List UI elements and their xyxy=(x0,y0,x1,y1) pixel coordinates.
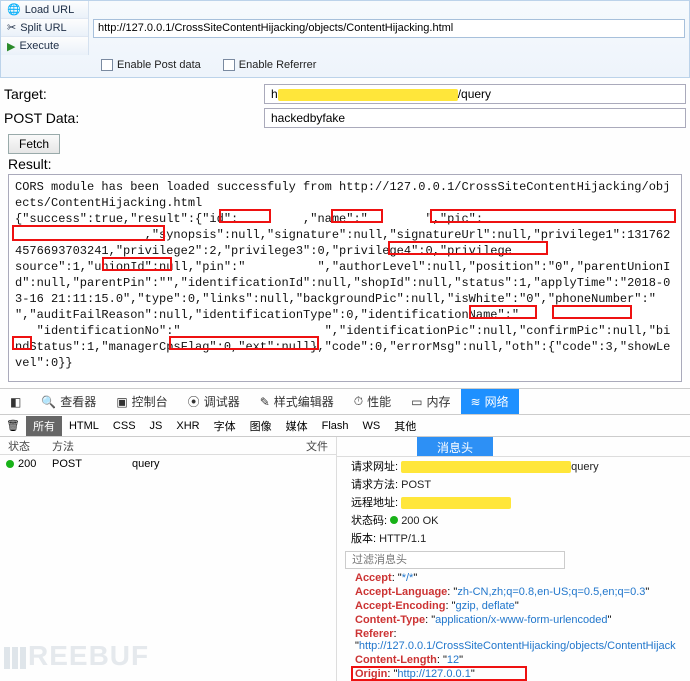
status-code: 状态码: 200 OK xyxy=(337,511,690,529)
tab-memory[interactable]: ▭内存 xyxy=(401,389,460,414)
request-url: 请求网址: query xyxy=(337,457,690,475)
debugger-icon: ⦿ xyxy=(188,393,200,410)
filter-js[interactable]: JS xyxy=(143,418,170,434)
tab-performance[interactable]: ⏱性能 xyxy=(344,389,401,414)
target-input[interactable]: h/query xyxy=(264,84,686,104)
tab-style[interactable]: ✎样式编辑器 xyxy=(250,389,344,414)
devtools-panel: ◧ 🔍查看器 ▣控制台 ⦿调试器 ✎样式编辑器 ⏱性能 ▭内存 ≋网络 🗑 所有… xyxy=(0,388,690,681)
header-accept: Accept: "*/*" xyxy=(337,571,690,585)
network-details: 消息头 请求网址: query 请求方法: POST 远程地址: 状态码: 20… xyxy=(336,437,690,681)
execute-button[interactable]: ▶ Execute xyxy=(1,37,88,55)
checkbox-icon xyxy=(101,59,113,71)
split-url-button[interactable]: ✂ Split URL xyxy=(1,19,88,37)
network-icon: ≋ xyxy=(471,395,481,409)
filter-html[interactable]: HTML xyxy=(62,418,106,434)
panel-icon: ◧ xyxy=(10,395,21,409)
enable-referrer-checkbox[interactable]: Enable Referrer xyxy=(223,59,317,71)
clear-button[interactable]: 🗑 xyxy=(0,419,26,432)
filter-media[interactable]: 媒体 xyxy=(279,416,315,436)
perf-icon: ⏱ xyxy=(354,394,363,409)
header-content-type: Content-Type: "application/x-www-form-ur… xyxy=(337,613,690,627)
tab-console[interactable]: ▣控制台 xyxy=(106,389,177,414)
result-label: Result: xyxy=(4,156,686,174)
enable-post-checkbox[interactable]: Enable Post data xyxy=(101,59,201,71)
remote-address: 远程地址: xyxy=(337,493,690,511)
filter-flash[interactable]: Flash xyxy=(315,418,356,434)
header-accept-language: Accept-Language: "zh-CN,zh;q=0.8,en-US;q… xyxy=(337,585,690,599)
play-icon: ▶ xyxy=(7,40,15,53)
header-origin: Origin: "http://127.0.0.1" xyxy=(337,667,690,681)
inspector-icon: 🔍 xyxy=(41,395,56,409)
header-content-length: Content-Length: "12" xyxy=(337,653,690,667)
highlight-box xyxy=(351,666,527,681)
filter-font[interactable]: 字体 xyxy=(207,416,243,436)
filter-css[interactable]: CSS xyxy=(106,418,143,434)
status-dot-icon xyxy=(6,460,14,468)
fetch-button[interactable]: Fetch xyxy=(8,134,60,154)
filter-image[interactable]: 图像 xyxy=(243,416,279,436)
header-referer: Referer: "http://127.0.0.1/CrossSiteCont… xyxy=(337,627,690,653)
post-data-input[interactable] xyxy=(264,108,686,128)
header-accept-encoding: Accept-Encoding: "gzip, deflate" xyxy=(337,599,690,613)
target-label: Target: xyxy=(4,86,264,102)
network-columns: 状态 方法 文件 xyxy=(0,437,336,455)
filter-headers-input[interactable] xyxy=(345,551,565,569)
checkbox-icon xyxy=(223,59,235,71)
headers-tab[interactable]: 消息头 xyxy=(417,437,493,456)
console-icon: ▣ xyxy=(116,395,127,409)
filter-xhr[interactable]: XHR xyxy=(169,418,206,434)
toolbar-buttons: 🌐 Load URL ✂ Split URL ▶ Execute xyxy=(1,1,89,55)
trash-icon: 🗑 xyxy=(6,420,20,432)
globe-icon: 🌐 xyxy=(7,3,21,16)
filter-ws[interactable]: WS xyxy=(356,418,388,434)
tab-debugger[interactable]: ⦿调试器 xyxy=(178,389,250,414)
result-textarea[interactable]: CORS module has been loaded successfuly … xyxy=(8,174,682,382)
memory-icon: ▭ xyxy=(411,395,422,409)
url-input[interactable] xyxy=(93,19,685,38)
request-method: 请求方法: POST xyxy=(337,475,690,493)
load-url-button[interactable]: 🌐 Load URL xyxy=(1,1,88,19)
filter-other[interactable]: 其他 xyxy=(387,416,423,436)
style-icon: ✎ xyxy=(260,395,270,409)
scissors-icon: ✂ xyxy=(7,21,16,34)
post-data-label: POST Data: xyxy=(4,110,264,126)
watermark: REEBUF xyxy=(4,640,149,672)
tab-inspector[interactable]: 🔍查看器 xyxy=(31,389,106,414)
network-row[interactable]: 200 POST query xyxy=(0,455,336,473)
http-version: 版本: HTTP/1.1 xyxy=(337,529,690,547)
hackbar-toolbar: 🌐 Load URL ✂ Split URL ▶ Execute Enable … xyxy=(0,0,690,78)
filter-all[interactable]: 所有 xyxy=(26,416,62,436)
devtools-toggle-button[interactable]: ◧ xyxy=(0,389,31,414)
tab-network[interactable]: ≋网络 xyxy=(461,389,519,414)
